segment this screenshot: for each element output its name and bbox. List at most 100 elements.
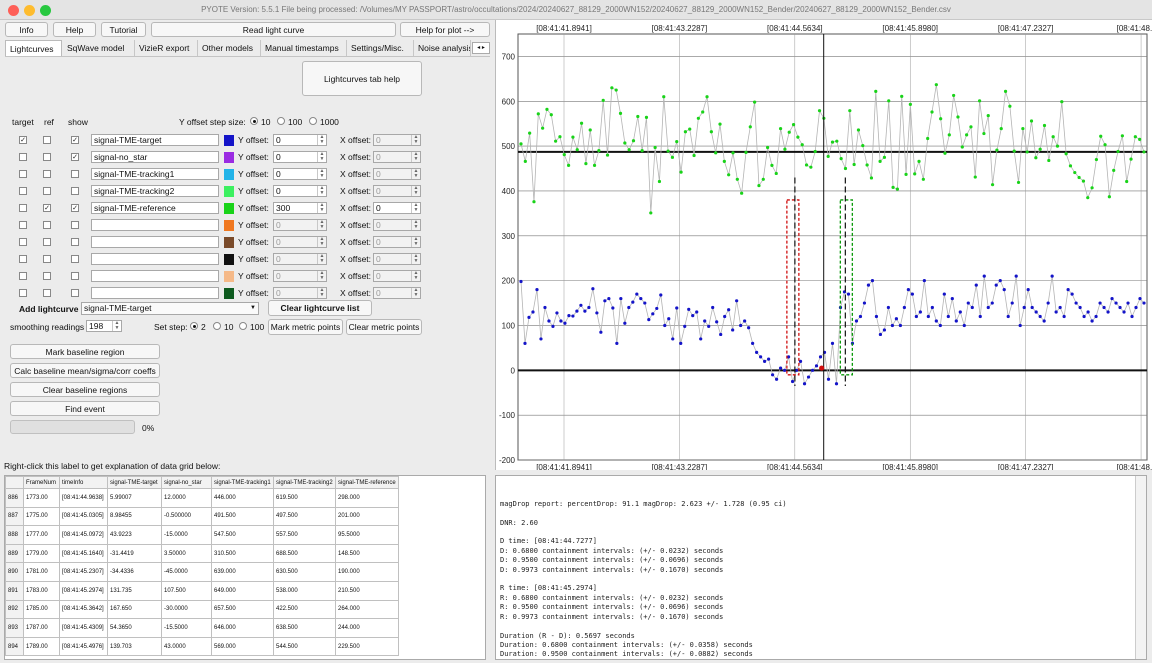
set-step-radio-2[interactable] bbox=[190, 322, 198, 330]
spin-arrows-icon[interactable]: ▲ ▼ bbox=[411, 254, 420, 264]
tab-manual-timestamps[interactable]: Manual timestamps bbox=[261, 40, 347, 56]
table-cell[interactable]: 131.735 bbox=[107, 580, 162, 601]
table-cell[interactable]: 12.0000 bbox=[161, 488, 212, 508]
yoffset-radio-10[interactable] bbox=[250, 117, 258, 125]
table-cell[interactable]: 891 bbox=[5, 580, 24, 601]
table-cell[interactable]: -15.5000 bbox=[161, 618, 212, 638]
grid-column-header[interactable]: timeInfo bbox=[59, 476, 108, 489]
table-cell[interactable]: [08:41:44.9638] bbox=[59, 488, 108, 508]
xoffset-spinbox[interactable]: 0 ▲ ▼ bbox=[373, 270, 421, 282]
table-cell[interactable]: 557.500 bbox=[273, 525, 336, 545]
table-cell[interactable]: [08:41:45.2307] bbox=[59, 562, 108, 582]
yoffset-radio-1000[interactable] bbox=[309, 117, 317, 125]
table-row[interactable]: 892 1785.00 [08:41:45.3642] 167.650 -30.0000… bbox=[5, 599, 399, 620]
yoffset-spinbox[interactable]: 0 ▲ ▼ bbox=[273, 253, 327, 265]
color-swatch[interactable] bbox=[224, 135, 234, 146]
table-cell[interactable]: 890 bbox=[5, 562, 24, 582]
table-cell[interactable]: 201.000 bbox=[335, 506, 399, 527]
lightcurve-name-field[interactable]: signal-no_star bbox=[91, 151, 219, 163]
table-cell[interactable]: 491.500 bbox=[211, 506, 274, 527]
mark-metric-points-button[interactable]: Mark metric points bbox=[268, 319, 343, 335]
color-swatch[interactable] bbox=[224, 169, 234, 180]
table-cell[interactable]: 43.9223 bbox=[107, 525, 162, 545]
show-checkbox[interactable] bbox=[71, 272, 79, 280]
spin-arrows-icon[interactable]: ▲ ▼ bbox=[317, 288, 326, 298]
color-swatch[interactable] bbox=[224, 237, 234, 248]
spin-arrows-icon[interactable]: ▲ ▼ bbox=[317, 271, 326, 281]
table-cell[interactable]: 497.500 bbox=[273, 506, 336, 527]
show-checkbox[interactable] bbox=[71, 187, 79, 195]
table-cell[interactable]: 3.50000 bbox=[161, 543, 212, 564]
target-checkbox[interactable] bbox=[19, 289, 27, 297]
spin-arrows-icon[interactable]: ▲ ▼ bbox=[411, 186, 420, 196]
table-cell[interactable]: 264.000 bbox=[335, 599, 399, 620]
yoffset-spinbox[interactable]: 0 ▲ ▼ bbox=[273, 168, 327, 180]
yoffset-spinbox[interactable]: 0 ▲ ▼ bbox=[273, 151, 327, 163]
tab-noise-analysis[interactable]: Noise analysis/ bbox=[414, 40, 471, 56]
table-cell[interactable]: [08:41:45.1640] bbox=[59, 543, 108, 564]
clear-metric-points-button[interactable]: Clear metric points bbox=[346, 319, 422, 335]
table-cell[interactable]: 646.000 bbox=[211, 618, 274, 638]
table-cell[interactable]: 688.500 bbox=[273, 543, 336, 564]
table-cell[interactable]: 1773.00 bbox=[23, 488, 60, 508]
table-row[interactable]: 887 1775.00 [08:41:45.0305] 8.98455 -0.50000… bbox=[5, 506, 399, 527]
spin-arrows-icon[interactable]: ▲ ▼ bbox=[317, 203, 326, 213]
report-scrollbar[interactable] bbox=[1135, 476, 1146, 659]
grid-hint-label[interactable]: Right-click this label to get explanatio… bbox=[4, 461, 220, 471]
spin-arrows-icon[interactable]: ▲ ▼ bbox=[411, 288, 420, 298]
table-cell[interactable]: 619.500 bbox=[273, 488, 336, 508]
tab-settings-misc[interactable]: Settings/Misc. bbox=[347, 40, 414, 56]
table-cell[interactable]: 657.500 bbox=[211, 599, 274, 620]
grid-column-header[interactable]: signal-no_star bbox=[161, 476, 212, 489]
spin-arrows-icon[interactable]: ▲ ▼ bbox=[317, 237, 326, 247]
show-checkbox[interactable] bbox=[71, 170, 79, 178]
spin-arrows-icon[interactable]: ▲ ▼ bbox=[317, 254, 326, 264]
tab-lightcurves[interactable]: Lightcurves bbox=[5, 40, 62, 56]
table-cell[interactable]: 210.500 bbox=[335, 580, 399, 601]
yoffset-spinbox[interactable]: 0 ▲ ▼ bbox=[273, 236, 327, 248]
help-button[interactable]: Help bbox=[53, 22, 96, 37]
clear-baseline-regions-button[interactable]: Clear baseline regions bbox=[10, 382, 160, 397]
ref-checkbox[interactable]: ✓ bbox=[43, 204, 51, 212]
table-cell[interactable]: -15.0000 bbox=[161, 525, 212, 545]
table-cell[interactable]: [08:41:45.3642] bbox=[59, 599, 108, 620]
lightcurve-name-field[interactable]: signal-TME-reference bbox=[91, 202, 219, 214]
table-cell[interactable]: -30.0000 bbox=[161, 599, 212, 620]
target-checkbox[interactable] bbox=[19, 187, 27, 195]
xoffset-spinbox[interactable]: 0 ▲ ▼ bbox=[373, 134, 421, 146]
table-cell[interactable]: 54.3650 bbox=[107, 618, 162, 638]
tab-scroll-arrows[interactable]: ◂ ▸ bbox=[472, 42, 490, 54]
table-cell[interactable]: 190.000 bbox=[335, 562, 399, 582]
table-cell[interactable]: 538.000 bbox=[273, 580, 336, 601]
spin-arrows-icon[interactable]: ▲ ▼ bbox=[411, 220, 420, 230]
event-marker-point[interactable] bbox=[819, 365, 825, 371]
lightcurve-name-field[interactable]: signal-TME-tracking1 bbox=[91, 168, 219, 180]
table-cell[interactable]: 886 bbox=[5, 488, 24, 508]
table-cell[interactable]: -0.500000 bbox=[161, 506, 212, 527]
yoffset-spinbox[interactable]: 0 ▲ ▼ bbox=[273, 219, 327, 231]
table-row[interactable]: 889 1779.00 [08:41:45.1640] -31.4419 3.50000… bbox=[5, 543, 399, 564]
spin-arrows-icon[interactable]: ▲ ▼ bbox=[317, 152, 326, 162]
table-cell[interactable]: 1779.00 bbox=[23, 543, 60, 564]
target-checkbox[interactable] bbox=[19, 221, 27, 229]
lightcurves-tab-help-button[interactable]: Lightcurves tab help bbox=[302, 61, 422, 96]
yoffset-spinbox[interactable]: 0 ▲ ▼ bbox=[273, 287, 327, 299]
show-checkbox[interactable]: ✓ bbox=[71, 204, 79, 212]
xoffset-spinbox[interactable]: 0 ▲ ▼ bbox=[373, 287, 421, 299]
spin-arrows-icon[interactable]: ▲ ▼ bbox=[112, 321, 121, 331]
table-cell[interactable]: 43.0000 bbox=[161, 636, 212, 657]
clear-lightcurve-list-button[interactable]: Clear lightcurve list bbox=[268, 300, 372, 316]
ref-checkbox[interactable] bbox=[43, 136, 51, 144]
table-cell[interactable]: 5.99007 bbox=[107, 488, 162, 508]
ref-checkbox[interactable] bbox=[43, 170, 51, 178]
lightcurve-name-field[interactable] bbox=[91, 270, 219, 282]
table-cell[interactable]: 107.500 bbox=[161, 580, 212, 601]
table-cell[interactable]: 639.000 bbox=[211, 562, 274, 582]
table-cell[interactable]: 310.500 bbox=[211, 543, 274, 564]
spin-arrows-icon[interactable]: ▲ ▼ bbox=[317, 169, 326, 179]
table-cell[interactable]: [08:41:45.0972] bbox=[59, 525, 108, 545]
ref-checkbox[interactable] bbox=[43, 187, 51, 195]
report-panel[interactable]: magDrop report: percentDrop: 91.1 magDro… bbox=[495, 475, 1147, 660]
color-swatch[interactable] bbox=[224, 203, 234, 214]
table-cell[interactable]: 889 bbox=[5, 543, 24, 564]
